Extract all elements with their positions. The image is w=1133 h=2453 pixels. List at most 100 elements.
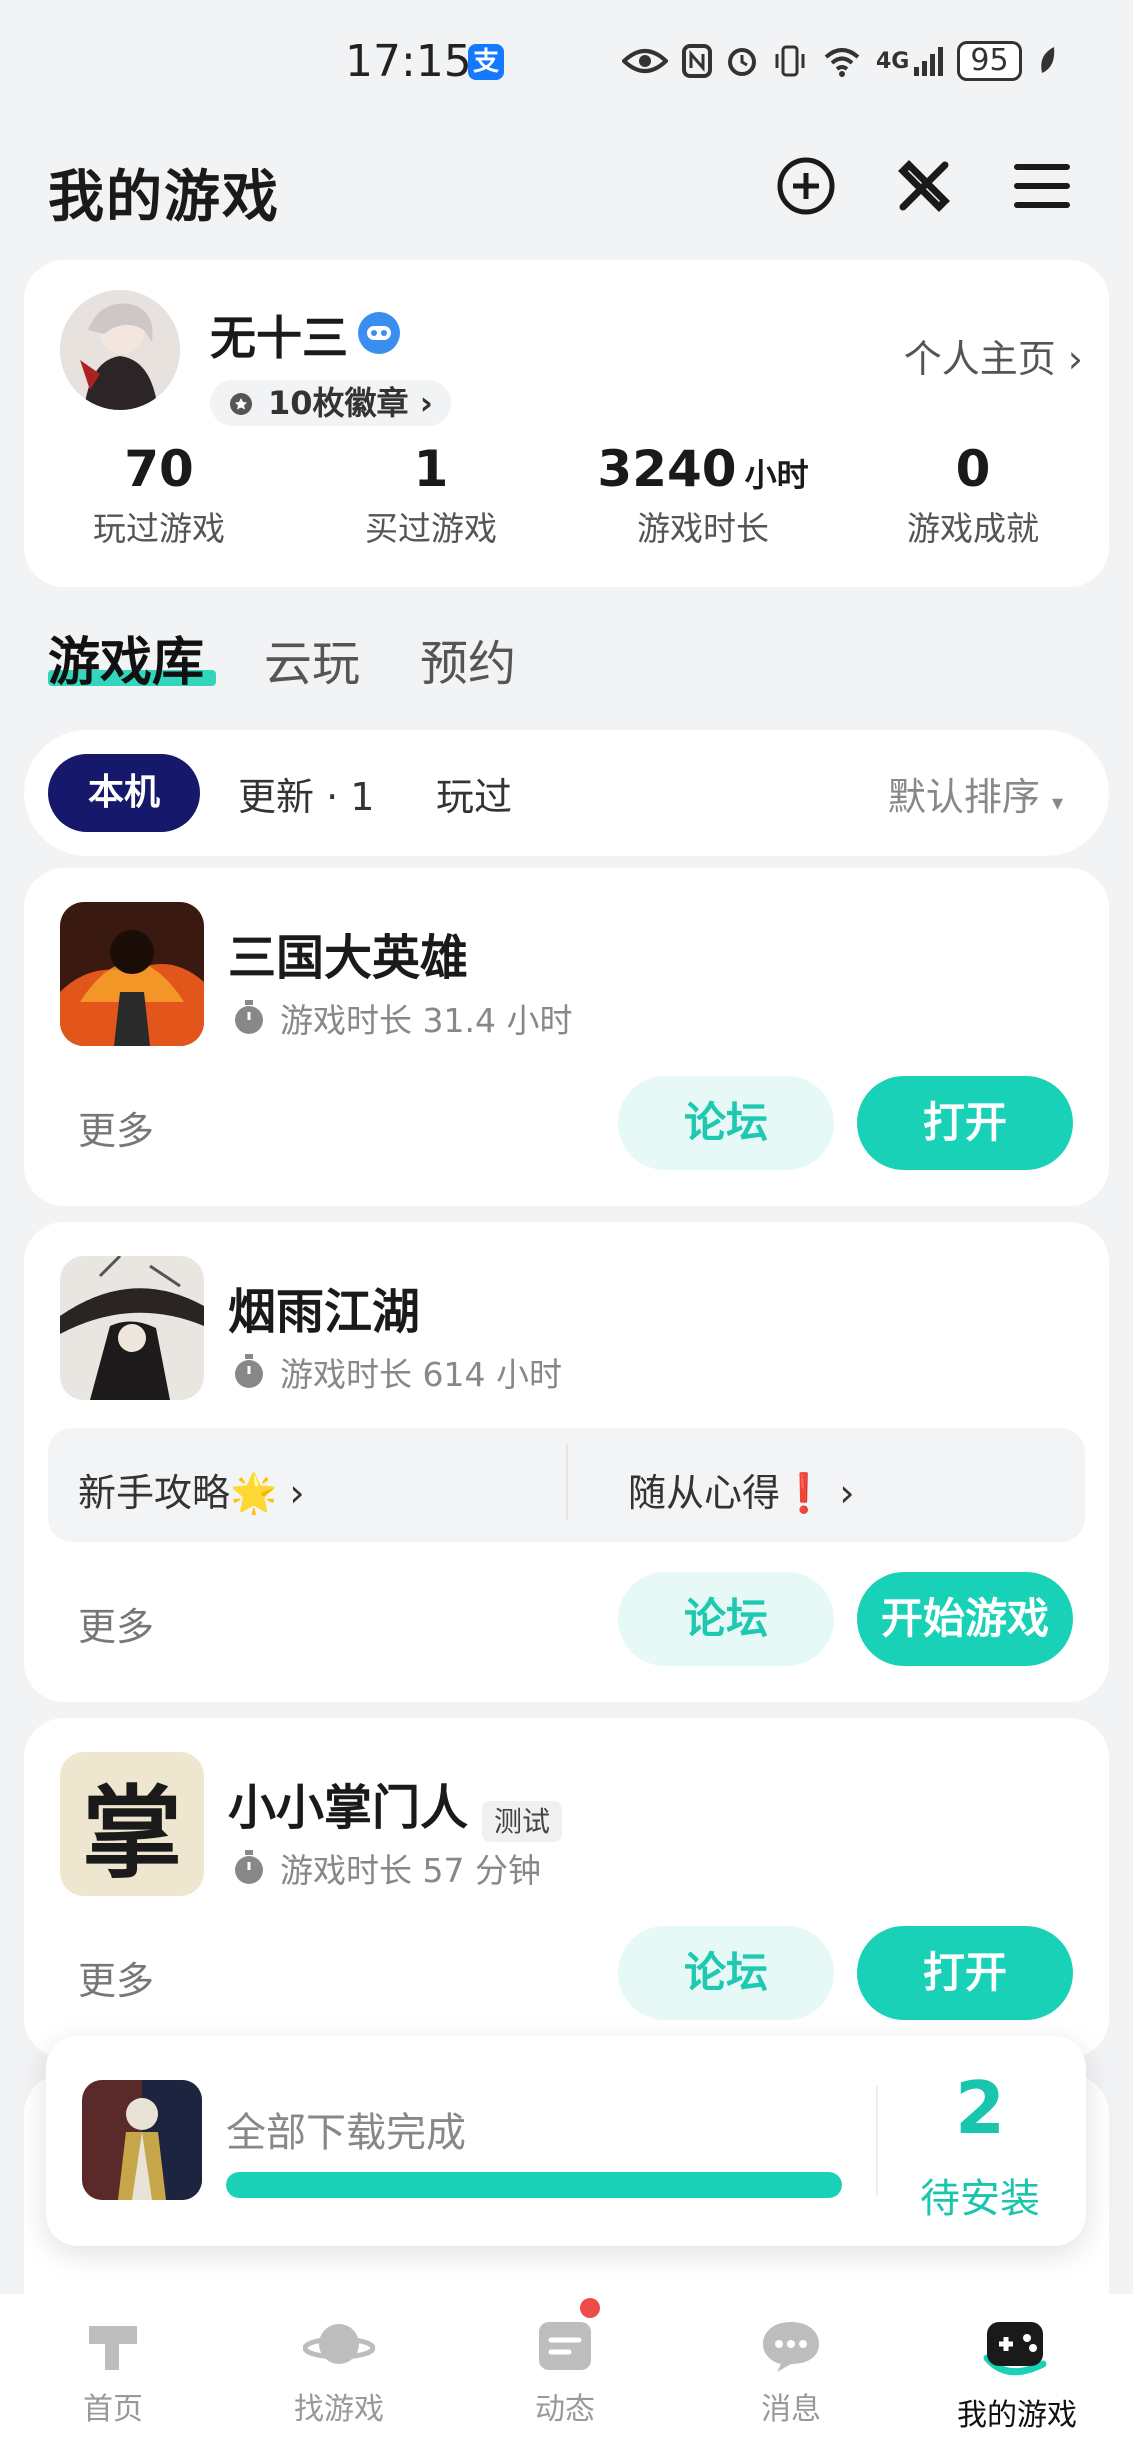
stat-achievements[interactable]: 0 游戏成就 [838, 440, 1108, 550]
alipay-icon: 支 [468, 44, 504, 80]
home-icon [89, 2326, 137, 2370]
badges-pill[interactable]: 10枚徽章 › [210, 380, 451, 426]
more-link[interactable]: 更多 [78, 1100, 154, 1155]
game-title-row: 小小掌门人 测试 [228, 1768, 563, 1842]
stat-bought[interactable]: 1 买过游戏 [296, 440, 566, 550]
feed-icon [539, 2322, 591, 2370]
filter-chip-local[interactable]: 本机 [48, 754, 200, 832]
signal-icon [914, 47, 944, 76]
game-playtime: 游戏时长 57 分钟 [232, 1844, 541, 1892]
playtime-text: 游戏时长 31.4 小时 [280, 1001, 573, 1040]
game-name[interactable]: 小小掌门人 [228, 1780, 468, 1836]
playtime-text: 游戏时长 614 小时 [280, 1355, 562, 1394]
download-progress-fill [226, 2172, 842, 2198]
stat-label: 游戏时长 [637, 509, 769, 548]
stat-value: 3240 [597, 440, 737, 498]
menu-icon [1014, 164, 1070, 208]
game-name[interactable]: 烟雨江湖 [228, 1272, 420, 1342]
more-link[interactable]: 更多 [78, 1950, 154, 2005]
nav-feed[interactable]: 动态 [452, 2318, 678, 2428]
add-button[interactable] [770, 150, 842, 222]
nav-my-games[interactable]: 我的游戏 [904, 2318, 1130, 2434]
homepage-link[interactable]: 个人主页 › [904, 328, 1083, 383]
nav-label: 消息 [761, 2392, 821, 2427]
verified-gamer-icon [358, 312, 400, 354]
chevron-right-icon: › [1067, 337, 1083, 381]
test-tag: 测试 [482, 1800, 563, 1842]
vibrate-icon [775, 45, 805, 77]
stat-unit: 小时 [744, 456, 809, 494]
stat-value: 1 [413, 440, 449, 498]
homepage-label: 个人主页 [903, 337, 1056, 381]
forum-button[interactable]: 论坛 [618, 1572, 834, 1666]
nav-home[interactable]: 首页 [0, 2318, 226, 2428]
filter-chip-updates[interactable]: 更新 · 1 [238, 766, 374, 821]
battery-icon: 95 [957, 41, 1022, 81]
guide-link-companion[interactable]: 随从心得❗ › [628, 1462, 855, 1517]
game-icon-glyph: 掌 [82, 1773, 182, 1892]
stat-playtime[interactable]: 3240 小时 游戏时长 [568, 440, 838, 550]
game-icon[interactable]: 掌 [60, 1752, 204, 1896]
download-status-text: 全部下载完成 [226, 2110, 466, 2156]
status-time: 17:15 [345, 36, 472, 87]
nfc-icon [682, 44, 712, 78]
tab-library[interactable]: 游戏库 [48, 620, 204, 695]
stopwatch-icon [235, 1354, 263, 1388]
chevron-right-icon: › [419, 384, 433, 422]
alarm-icon [728, 48, 756, 76]
pending-install-label[interactable]: 待安装 [880, 2166, 1080, 2224]
eye-icon [622, 49, 668, 73]
start-game-button[interactable]: 开始游戏 [857, 1572, 1073, 1666]
status-icons: 4G 95 [622, 36, 1058, 86]
chevron-right-icon: › [289, 1471, 305, 1515]
tab-reserve[interactable]: 预约 [420, 624, 516, 694]
nav-label: 我的游戏 [957, 2398, 1077, 2433]
game-playtime: 游戏时长 31.4 小时 [232, 994, 572, 1042]
tab-cloud[interactable]: 云玩 [264, 624, 360, 694]
add-circle-icon [777, 157, 835, 215]
leaf-icon [1040, 47, 1054, 73]
chat-icon [763, 2322, 819, 2372]
stat-label: 买过游戏 [365, 509, 497, 548]
forum-button[interactable]: 论坛 [618, 1926, 834, 2020]
game-icon[interactable] [60, 902, 204, 1046]
game-playtime: 游戏时长 614 小时 [232, 1348, 562, 1396]
avatar[interactable] [60, 290, 180, 410]
wifi-icon [824, 48, 860, 77]
more-link[interactable]: 更多 [78, 1596, 154, 1651]
filter-chip-played[interactable]: 玩过 [436, 766, 512, 821]
game-icon[interactable] [60, 1256, 204, 1400]
nav-label: 动态 [535, 2392, 595, 2427]
nav-messages[interactable]: 消息 [678, 2318, 904, 2428]
tools-icon [898, 160, 950, 212]
download-progress-bar [226, 2172, 842, 2198]
stat-value: 0 [955, 440, 991, 498]
username[interactable]: 无十三 [210, 302, 348, 368]
medal-icon [230, 393, 252, 415]
forum-button[interactable]: 论坛 [618, 1076, 834, 1170]
download-divider [876, 2086, 878, 2196]
page-title: 我的游戏 [48, 165, 280, 230]
stopwatch-icon [235, 1850, 263, 1884]
tools-button[interactable] [888, 150, 960, 222]
planet-icon [302, 2324, 376, 2364]
network-type: 4G [876, 48, 910, 74]
open-button[interactable]: 打开 [857, 1076, 1073, 1170]
nav-label: 首页 [83, 2392, 143, 2427]
pending-install-count[interactable]: 2 [880, 2066, 1080, 2150]
stopwatch-icon [235, 1000, 263, 1034]
stat-played[interactable]: 70 玩过游戏 [24, 440, 294, 550]
sort-dropdown[interactable]: 默认排序 ▾ [888, 766, 1063, 821]
chevron-right-icon: › [839, 1471, 855, 1515]
stat-label: 玩过游戏 [93, 509, 225, 548]
nav-find-games[interactable]: 找游戏 [226, 2318, 452, 2428]
badges-label: 10枚徽章 [268, 384, 409, 422]
sort-label: 默认排序 [887, 775, 1040, 819]
gamepad-icon [983, 2322, 1047, 2376]
guide-link-beginner[interactable]: 新手攻略🌟 › [78, 1462, 305, 1517]
game-name[interactable]: 三国大英雄 [228, 918, 468, 988]
menu-button[interactable] [1006, 150, 1078, 222]
open-button[interactable]: 打开 [857, 1926, 1073, 2020]
download-game-icon [82, 2080, 202, 2200]
nav-label: 找游戏 [294, 2392, 384, 2427]
